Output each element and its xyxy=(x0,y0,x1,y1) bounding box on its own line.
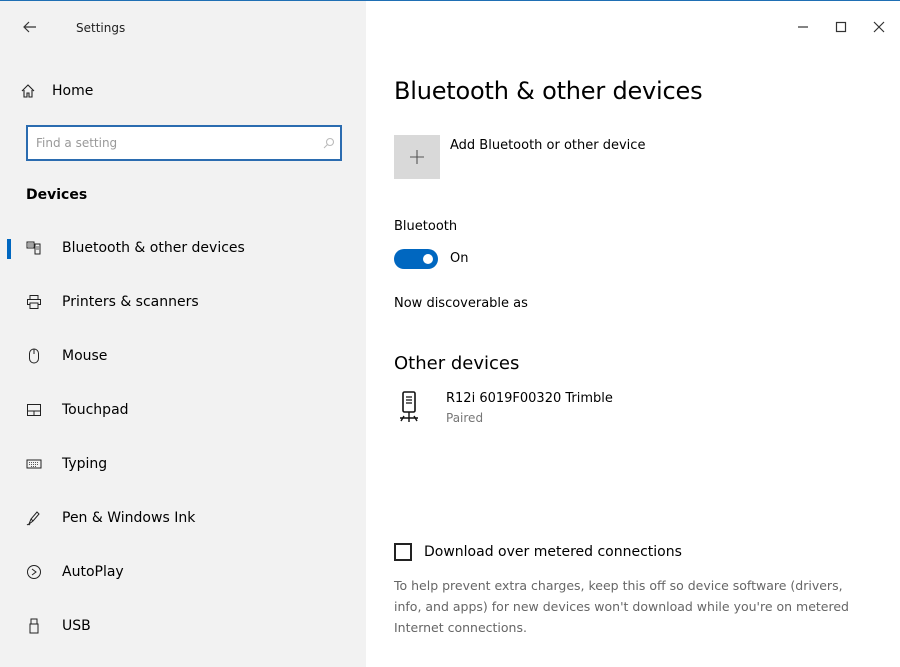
page-title: Bluetooth & other devices xyxy=(394,77,703,105)
settings-window: Settings Home Devices Bluetooth & other … xyxy=(0,0,900,667)
sidebar-item-label: Touchpad xyxy=(62,402,129,418)
pen-icon xyxy=(24,508,44,528)
minimize-button[interactable] xyxy=(784,13,822,41)
sidebar-item-label: Pen & Windows Ink xyxy=(62,510,196,526)
other-devices-title: Other devices xyxy=(394,353,520,374)
gps-receiver-icon xyxy=(400,391,418,422)
sidebar-item-printers[interactable]: Printers & scanners xyxy=(0,275,366,329)
app-title: Settings xyxy=(76,21,126,35)
bluetooth-toggle-state: On xyxy=(450,251,469,266)
home-icon xyxy=(21,84,35,98)
metered-help-text: To help prevent extra charges, keep this… xyxy=(394,578,849,635)
discoverable-text: Now discoverable as xyxy=(394,296,528,311)
metered-label: Download over metered connections xyxy=(424,544,682,560)
toggle-knob xyxy=(423,254,433,264)
nav-home-label: Home xyxy=(52,83,94,99)
keyboard-icon xyxy=(24,454,44,474)
bluetooth-label: Bluetooth xyxy=(394,219,458,234)
sidebar-item-autoplay[interactable]: AutoPlay xyxy=(0,545,366,599)
metered-option[interactable]: Download over metered connections xyxy=(394,541,682,563)
sidebar-item-label: Mouse xyxy=(62,348,108,364)
nav-list: Bluetooth & other devices Printers & sca… xyxy=(0,221,366,653)
sidebar-item-typing[interactable]: Typing xyxy=(0,437,366,491)
back-button[interactable] xyxy=(20,17,40,37)
sidebar-item-touchpad[interactable]: Touchpad xyxy=(0,383,366,437)
device-status: Paired xyxy=(446,411,484,425)
search-box[interactable] xyxy=(26,125,342,161)
autoplay-icon xyxy=(24,562,44,582)
search-icon[interactable] xyxy=(318,137,340,149)
sidebar-item-label: Printers & scanners xyxy=(62,294,199,310)
sidebar-item-label: AutoPlay xyxy=(62,564,124,580)
mouse-icon xyxy=(24,346,44,366)
plus-icon xyxy=(410,150,424,164)
close-button[interactable] xyxy=(860,13,898,41)
sidebar-item-mouse[interactable]: Mouse xyxy=(0,329,366,383)
bluetooth-devices-icon xyxy=(24,238,44,258)
metered-checkbox[interactable] xyxy=(394,543,412,561)
printer-icon xyxy=(24,292,44,312)
sidebar-item-label: USB xyxy=(62,618,91,634)
device-item[interactable]: R12i 6019F00320 Trimble Paired xyxy=(394,387,694,431)
usb-icon xyxy=(24,616,44,636)
title-bar: Settings xyxy=(0,1,900,45)
device-name: R12i 6019F00320 Trimble xyxy=(446,391,613,406)
back-arrow-icon xyxy=(23,21,36,33)
add-device-button[interactable] xyxy=(394,135,440,179)
search-input[interactable] xyxy=(28,127,318,159)
main-content: Bluetooth & other devices Add Bluetooth … xyxy=(366,45,900,667)
sidebar-item-label: Typing xyxy=(62,456,108,472)
close-icon xyxy=(873,21,885,33)
maximize-button[interactable] xyxy=(822,13,860,41)
minimize-icon xyxy=(798,26,808,28)
section-title-devices: Devices xyxy=(26,187,88,203)
add-device-label[interactable]: Add Bluetooth or other device xyxy=(450,138,645,153)
sidebar-item-usb[interactable]: USB xyxy=(0,599,366,653)
maximize-icon xyxy=(835,21,847,33)
touchpad-icon xyxy=(24,400,44,420)
sidebar-item-pen[interactable]: Pen & Windows Ink xyxy=(0,491,366,545)
nav-home[interactable]: Home xyxy=(20,79,320,103)
sidebar-item-label: Bluetooth & other devices xyxy=(62,240,245,256)
bluetooth-toggle[interactable] xyxy=(394,249,438,269)
sidebar-item-bluetooth[interactable]: Bluetooth & other devices xyxy=(0,221,366,275)
